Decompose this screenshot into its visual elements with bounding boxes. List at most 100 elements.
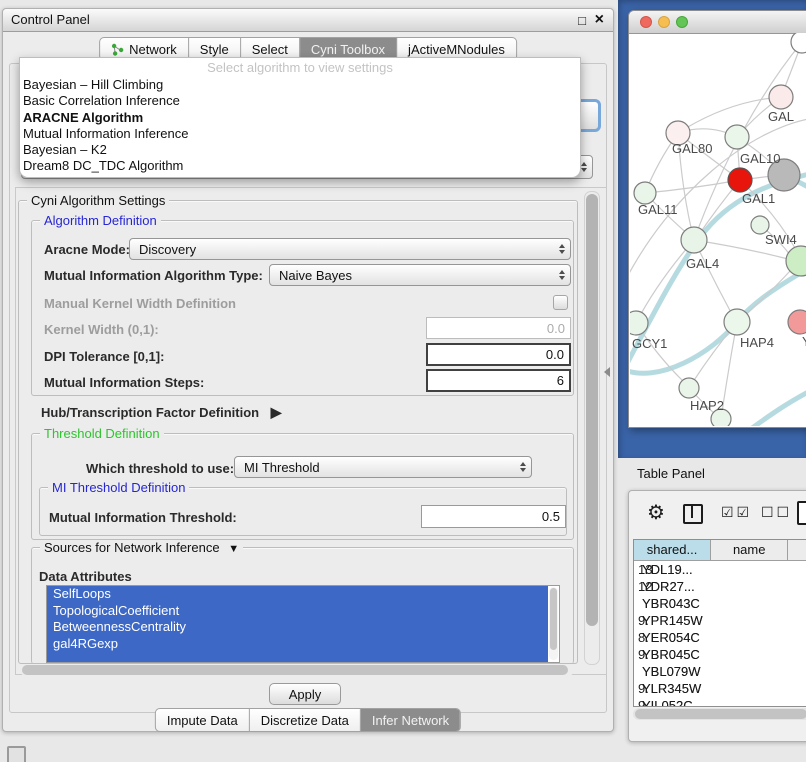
attribute-item[interactable]: BetweennessCentrality	[47, 619, 548, 636]
control-panel-titlebar: Control Panel □ ×	[3, 9, 613, 32]
dropdown-item[interactable]: Mutual Information Inference	[20, 126, 580, 142]
attribute-item[interactable]: TopologicalCoefficient	[47, 603, 548, 620]
table-row[interactable]: YBR045CYBR045C9.	[634, 646, 806, 663]
control-panel-title: Control Panel	[11, 12, 90, 27]
chevron-updown-icon	[559, 265, 565, 285]
aracne-mode-combobox[interactable]: Discovery	[129, 238, 571, 260]
close-panel-icon[interactable]: ×	[595, 11, 604, 29]
mi-threshold-label: Mutual Information Threshold:	[49, 510, 237, 525]
settings-vertical-scrollbar[interactable]	[584, 191, 600, 665]
cyni-settings-group-title: Cyni Algorithm Settings	[27, 193, 169, 208]
hub-definition-expander[interactable]: Hub/Transcription Factor Definition ▶	[41, 404, 282, 421]
kernel-width-label: Kernel Width (0,1):	[44, 322, 159, 337]
column-header-partial[interactable]	[788, 540, 806, 561]
mi-type-label: Mutual Information Algorithm Type:	[44, 268, 263, 283]
minimize-window-icon[interactable]	[658, 16, 670, 28]
attribute-item[interactable]: SelfLoops	[47, 586, 548, 603]
which-threshold-combobox[interactable]: MI Threshold	[234, 456, 532, 478]
node-salmon[interactable]	[788, 310, 806, 334]
node-label: HAP4	[740, 335, 774, 350]
tab-discretize-data[interactable]: Discretize Data	[250, 709, 361, 731]
gear-icon[interactable]: ⚙	[647, 500, 665, 525]
dropdown-item-highlighted[interactable]: ARACNE Algorithm	[20, 110, 580, 126]
table-row[interactable]: YBL079WYBL079W	[634, 663, 806, 680]
apply-button[interactable]: Apply	[269, 683, 341, 705]
network-window-titlebar[interactable]	[629, 11, 806, 34]
table-panel-title: Table Panel	[637, 466, 705, 481]
mi-steps-field[interactable]	[426, 369, 571, 392]
node-gal10[interactable]	[725, 125, 749, 149]
node-label: GAL	[768, 109, 794, 124]
panel-splitter-handle[interactable]	[604, 367, 610, 377]
zoom-window-icon[interactable]	[676, 16, 688, 28]
file-icon[interactable]	[797, 501, 806, 525]
column-header-shared-name[interactable]: shared...	[634, 540, 711, 561]
sources-group-title[interactable]: Sources for Network Inference ▼	[40, 540, 243, 557]
aracne-mode-label: Aracne Mode:	[44, 242, 130, 257]
node-hap4[interactable]	[724, 309, 750, 335]
tab-impute-data[interactable]: Impute Data	[156, 709, 250, 731]
node-gal1-selected[interactable]	[728, 168, 752, 192]
table-row[interactable]: YDL19...YDL19...13	[634, 561, 806, 578]
data-attributes-label: Data Attributes	[39, 569, 132, 584]
table-panel-window: ⚙ ☑☑ ☐☐ shared... name YDL19...YDL19...1…	[628, 490, 806, 742]
table-row[interactable]: YIL052CYIL052C9	[634, 697, 806, 707]
attribute-item[interactable]: gal4RGexp	[47, 636, 548, 653]
table-horizontal-scrollbar[interactable]	[633, 708, 806, 720]
which-threshold-label: Which threshold to use:	[86, 461, 234, 476]
dpi-tolerance-label: DPI Tolerance [0,1]:	[44, 349, 164, 364]
node-label: GAL11	[638, 202, 678, 217]
clear-all-checks-icon[interactable]: ☐☐	[761, 504, 792, 521]
algorithm-definition-title: Algorithm Definition	[40, 213, 161, 228]
node[interactable]	[791, 33, 806, 53]
columns-icon[interactable]	[683, 504, 703, 524]
attributes-list-scrollbar[interactable]	[549, 587, 558, 660]
table-row[interactable]: YBR043CYBR043C	[634, 595, 806, 612]
mi-type-combobox[interactable]: Naive Bayes	[269, 264, 571, 286]
data-attributes-list[interactable]: SelfLoops TopologicalCoefficient Between…	[46, 585, 560, 663]
threshold-definition-title: Threshold Definition	[40, 426, 164, 441]
dropdown-item[interactable]: Bayesian – Hill Climbing	[20, 77, 580, 93]
dpi-tolerance-field[interactable]	[426, 343, 571, 366]
node-gcy1[interactable]	[630, 311, 648, 335]
chevron-updown-icon	[559, 239, 565, 259]
dropdown-item[interactable]: Dream8 DC_TDC Algorithm	[20, 158, 580, 174]
network-canvas[interactable]: GAL GAL80 GAL10 GAL1 GAL11 SWI4 GAL4 GCY…	[630, 33, 806, 426]
dropdown-item[interactable]: Basic Correlation Inference	[20, 93, 580, 109]
manual-kernel-checkbox[interactable]	[553, 295, 568, 310]
node-label: GCY1	[632, 336, 667, 351]
node-labels: GAL GAL80 GAL10 GAL1 GAL11 SWI4 GAL4 GCY…	[632, 109, 806, 413]
table-row[interactable]: YER054CYER054C8.	[634, 629, 806, 646]
kernel-width-field[interactable]	[426, 317, 571, 339]
node-gal11[interactable]	[634, 182, 656, 204]
node-label: GAL10	[740, 151, 780, 166]
node-hap2[interactable]	[679, 378, 699, 398]
node-label: GAL4	[686, 256, 719, 271]
select-all-checks-icon[interactable]: ☑☑	[721, 504, 752, 521]
float-panel-icon[interactable]: □	[578, 13, 586, 28]
chevron-updown-icon	[520, 457, 526, 477]
node-label: GAL1	[742, 191, 775, 206]
node-label: GAL80	[672, 141, 712, 156]
mi-threshold-field[interactable]	[421, 505, 566, 528]
minimized-panel-icon[interactable]	[7, 746, 26, 762]
node-label: HAP2	[690, 398, 724, 413]
table-row[interactable]: YDR27...YDR27...12	[634, 578, 806, 595]
column-header-name[interactable]: name	[711, 540, 788, 561]
network-panel-background: GAL GAL80 GAL10 GAL1 GAL11 SWI4 GAL4 GCY…	[618, 0, 806, 458]
algorithm-dropdown-popup: Select algorithm to view settings Bayesi…	[19, 57, 581, 178]
network-view-window[interactable]: GAL GAL80 GAL10 GAL1 GAL11 SWI4 GAL4 GCY…	[628, 10, 806, 428]
table-row[interactable]: YPR145WYPR145W9.	[634, 612, 806, 629]
node-table[interactable]: shared... name YDL19...YDL19...13 YDR27.…	[633, 539, 806, 707]
node-gal4[interactable]	[681, 227, 707, 253]
dropdown-item[interactable]: Bayesian – K2	[20, 142, 580, 158]
tab-infer-network[interactable]: Infer Network	[361, 709, 460, 731]
expander-down-icon: ▼	[228, 543, 239, 555]
node-gal-partial[interactable]	[769, 85, 793, 109]
node-label: SWI4	[765, 232, 797, 247]
close-window-icon[interactable]	[640, 16, 652, 28]
mi-threshold-group-title: MI Threshold Definition	[48, 480, 189, 495]
table-row[interactable]: YLR345WYLR345W9.	[634, 680, 806, 697]
settings-horizontal-scrollbar[interactable]	[20, 664, 574, 676]
table-panel-titlebar: Table Panel	[618, 458, 806, 490]
